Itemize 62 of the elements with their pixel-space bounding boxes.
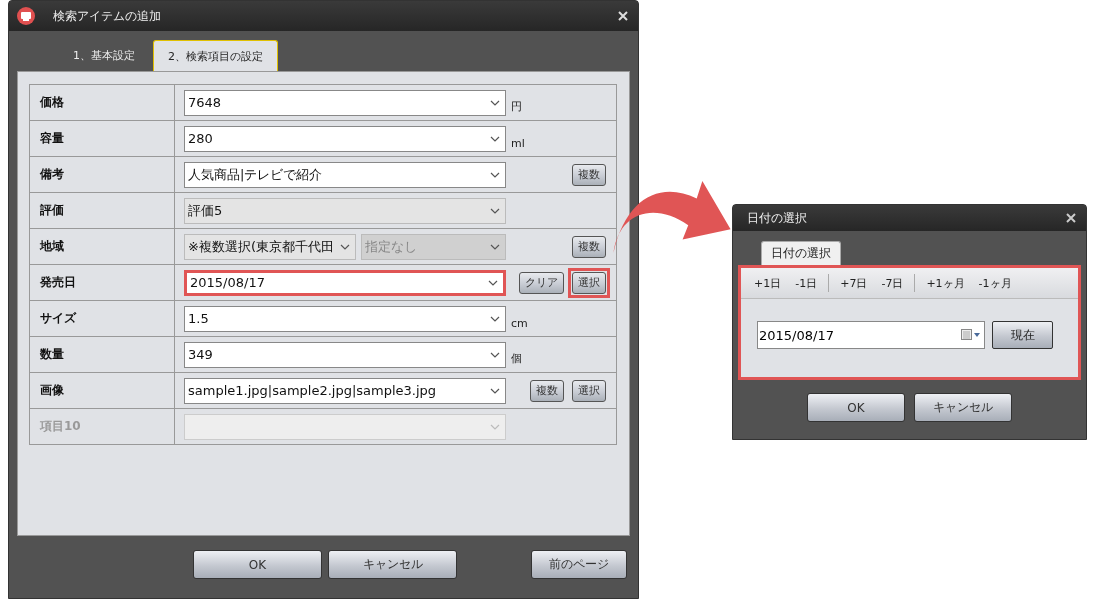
tab[interactable]: 2、検索項目の設定	[153, 40, 278, 71]
chevron-icon	[490, 135, 500, 142]
chevron-icon	[340, 243, 350, 250]
field-label: 発売日	[30, 265, 175, 300]
dropdown-field[interactable]: ※複数選択(東京都千代田	[184, 233, 356, 260]
small-button[interactable]: クリア	[519, 271, 564, 294]
small-button[interactable]: 複数	[530, 379, 564, 402]
unit-label: 個	[511, 351, 522, 366]
cancel-button[interactable]: キャンセル	[914, 393, 1012, 422]
unit-label: 円	[511, 99, 522, 114]
chevron-icon	[490, 207, 500, 214]
dropdown-field[interactable]: 2015/08/17	[184, 269, 506, 296]
dropdown-field[interactable]: sample1.jpg|sample2.jpg|sample3.jpg	[184, 377, 506, 404]
field-label: サイズ	[30, 301, 175, 336]
small-button[interactable]: 選択	[572, 271, 606, 294]
close-icon	[1066, 213, 1076, 223]
field-label: 数量	[30, 337, 175, 372]
toolbar-button[interactable]: -1日	[788, 275, 825, 291]
unit-label: ml	[511, 137, 525, 150]
field-label: 地域	[30, 229, 175, 264]
toolbar-button[interactable]: -1ヶ月	[971, 275, 1019, 291]
window-title: 検索アイテムの追加	[53, 7, 162, 25]
dropdown-field[interactable]: 7648	[184, 89, 506, 116]
small-button[interactable]: 複数	[572, 235, 606, 258]
cancel-button[interactable]: キャンセル	[328, 550, 457, 579]
back-button[interactable]: 前のページ	[531, 550, 627, 579]
chevron-icon	[490, 99, 500, 106]
dropdown-field[interactable]: 280	[184, 125, 506, 152]
unit-label: cm	[511, 317, 528, 330]
toolbar-button[interactable]: +7日	[833, 275, 875, 291]
close-icon	[618, 11, 628, 21]
field-label: 画像	[30, 373, 175, 408]
app-icon	[17, 7, 35, 25]
field-label: 価格	[30, 85, 175, 120]
toolbar-button[interactable]: +1日	[747, 275, 789, 291]
calendar-icon	[961, 329, 981, 341]
dropdown-field[interactable]: 349	[184, 341, 506, 368]
ok-button[interactable]: OK	[807, 393, 905, 422]
ok-button[interactable]: OK	[193, 550, 322, 579]
small-button[interactable]: 複数	[572, 163, 606, 186]
tab[interactable]: 日付の選択	[761, 241, 841, 265]
chevron-icon	[490, 315, 500, 322]
chevron-icon	[490, 387, 500, 394]
dropdown-field[interactable]: 人気商品|テレビで紹介	[184, 161, 506, 188]
dropdown-field[interactable]: 1.5	[184, 305, 506, 332]
small-button[interactable]: 選択	[572, 379, 606, 402]
toolbar-button[interactable]: -7日	[874, 275, 911, 291]
field-label: 備考	[30, 157, 175, 192]
now-button[interactable]: 現在	[992, 321, 1053, 349]
tab[interactable]: 1、基本設定	[59, 40, 149, 71]
chevron-icon	[488, 279, 498, 286]
window-title: 日付の選択	[747, 209, 808, 227]
date-field[interactable]: 2015/08/17	[757, 321, 985, 349]
field-label: 評価	[30, 193, 175, 228]
chevron-icon	[490, 423, 500, 430]
toolbar-button[interactable]: +1ヶ月	[919, 275, 972, 291]
chevron-icon	[490, 171, 500, 178]
dropdown-field[interactable]: 評価5	[184, 197, 506, 224]
chevron-icon	[490, 243, 500, 250]
field-label: 容量	[30, 121, 175, 156]
chevron-icon	[490, 351, 500, 358]
field-label: 項目10	[30, 409, 175, 444]
